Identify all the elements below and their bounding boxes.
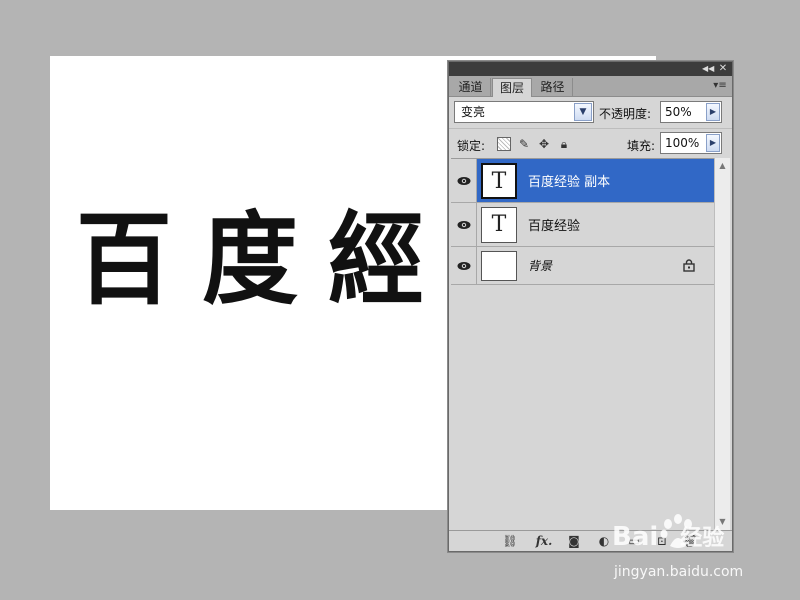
fx-icon[interactable]: fx. [535,534,553,549]
tab-channels[interactable]: 通道 [451,78,491,97]
layer-row-text[interactable]: T 百度经验 [451,203,714,247]
eye-icon [457,176,471,185]
layer-row-background[interactable]: 背景 [451,247,714,285]
blend-mode-value: 变亮 [461,105,486,119]
layer-name[interactable]: 百度经验 [528,203,580,246]
lock-all-icon[interactable]: 🔒︎ [557,137,571,151]
visibility-toggle[interactable] [451,159,477,202]
text-layer-thumbnail: T [481,207,517,243]
blend-row: 变亮 ▼ 不透明度: 50% ▶ [449,98,732,126]
tab-paths[interactable]: 路径 [533,78,573,97]
lock-transparent-pixels-icon[interactable] [497,137,511,151]
fill-input[interactable]: 100% ▶ [660,132,722,154]
eye-icon [457,261,471,270]
eye-icon [457,220,471,229]
layer-name[interactable]: 百度经验 副本 [528,159,610,202]
opacity-slider-toggle-icon[interactable]: ▶ [706,103,720,121]
fill-label: 填充: [627,139,656,153]
collapse-icon[interactable]: ◀◀ [702,63,714,74]
layers-panel: ◀◀ ✕ 通道 图层 路径 ▾≡ 变亮 ▼ 不透明度: 50% ▶ 锁定: ✎ … [448,61,733,552]
link-icon[interactable]: ⛓ [501,534,519,549]
layers-list: T 百度经验 副本 T 百度经验 背景 [451,158,714,530]
layers-scrollbar[interactable]: ▲ ▼ [714,158,730,530]
lock-row: 锁定: ✎ ✥ 🔒︎ 填充: 100% ▶ [449,128,732,156]
fill-slider-toggle-icon[interactable]: ▶ [706,134,720,152]
tab-layers[interactable]: 图层 [492,78,532,97]
watermark-logo-text: Bai [612,522,659,552]
lock-position-icon[interactable]: ✥ [537,137,551,151]
lock-label: 锁定: [457,139,486,153]
layer-name[interactable]: 背景 [528,247,552,284]
mask-icon[interactable]: ◙ [565,534,583,549]
opacity-value: 50% [665,105,692,119]
opacity-input[interactable]: 50% ▶ [660,101,722,123]
padlock-icon [683,259,695,272]
close-icon[interactable]: ✕ [717,63,729,74]
fill-value: 100% [665,136,700,150]
adjustment-icon[interactable]: ◐ [595,534,613,549]
lock-image-pixels-icon[interactable]: ✎ [517,137,531,151]
background-layer-thumbnail [481,251,517,281]
text-layer-thumbnail: T [481,163,517,199]
paw-logo-icon [660,514,692,548]
opacity-label: 不透明度: [599,107,652,121]
visibility-toggle[interactable] [451,203,477,246]
layer-row-copy[interactable]: T 百度经验 副本 [451,159,714,203]
panel-tabbar: 通道 图层 路径 ▾≡ [449,76,732,97]
visibility-toggle[interactable] [451,247,477,284]
chevron-down-icon[interactable]: ▼ [574,103,592,121]
canvas-text-layer: 百度經 [76,200,454,319]
panel-menu-icon[interactable]: ▾≡ [712,80,728,92]
watermark-url: jingyan.baidu.com [614,564,744,580]
blend-mode-select[interactable]: 变亮 ▼ [454,101,594,123]
scroll-up-icon[interactable]: ▲ [715,158,730,174]
panel-titlebar: ◀◀ ✕ [449,62,732,76]
